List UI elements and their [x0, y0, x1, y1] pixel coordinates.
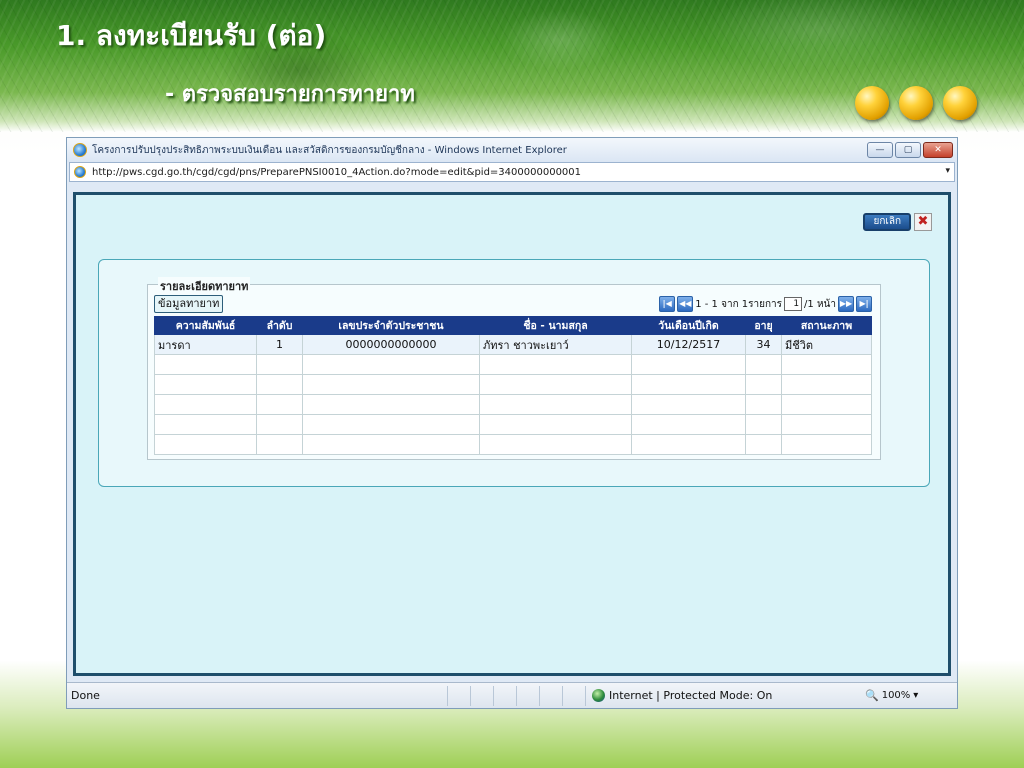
- cell-age: 34: [745, 334, 782, 355]
- col-header-status[interactable]: สถานะภาพ: [781, 316, 872, 335]
- prev-page-icon[interactable]: ◀◀: [677, 296, 694, 312]
- fieldset-legend: รายละเอียดทายาท: [158, 277, 251, 295]
- maximize-button[interactable]: ▢: [895, 142, 921, 158]
- cancel-x-icon[interactable]: ✖: [914, 213, 932, 231]
- status-text: Done: [71, 689, 100, 702]
- zoom-icon: 🔍: [865, 689, 879, 702]
- page-icon: [74, 166, 86, 178]
- detail-panel: รายละเอียดทายาท ข้อมูลทายาท |◀ ◀◀ 1 - 1 …: [98, 259, 930, 487]
- empty-row: [154, 414, 872, 435]
- gold-ball-icon: [899, 86, 933, 120]
- status-divider: [516, 685, 539, 706]
- pager-summary: 1 - 1 จาก 1รายการ: [695, 298, 783, 310]
- cell-relation: มารดา: [154, 334, 257, 355]
- col-header-relation[interactable]: ความสัมพันธ์: [154, 316, 257, 335]
- slide-subtitle: - ตรวจสอบรายการทายาท: [165, 82, 415, 107]
- cell-status: มีชีวิต: [781, 334, 872, 355]
- heir-info-tab[interactable]: ข้อมูลทายาท: [154, 295, 224, 313]
- pager-total: /1 หน้า: [804, 298, 836, 310]
- status-divider: [562, 685, 585, 706]
- first-page-icon[interactable]: |◀: [659, 296, 676, 312]
- empty-row: [154, 374, 872, 395]
- table-row[interactable]: มารดา 1 0000000000000 ภัทรา ชาวพะเยาว์ 1…: [154, 334, 872, 355]
- cell-citizen-id: 0000000000000: [302, 334, 480, 355]
- cell-birthdate: 10/12/2517: [631, 334, 746, 355]
- security-zone[interactable]: Internet | Protected Mode: On: [585, 685, 825, 706]
- status-divider: [539, 685, 562, 706]
- status-bar: Done Internet | Protected Mode: On 🔍 100…: [67, 682, 957, 708]
- cancel-button-label[interactable]: ยกเลิก: [863, 213, 911, 231]
- col-header-age[interactable]: อายุ: [745, 316, 782, 335]
- zoom-dropdown-icon[interactable]: ▾: [913, 690, 918, 701]
- last-page-icon[interactable]: ▶|: [856, 296, 872, 312]
- zone-text: Internet | Protected Mode: On: [609, 689, 773, 702]
- zoom-control[interactable]: 🔍 100% ▾: [865, 689, 918, 702]
- slide-title: 1. ลงทะเบียนรับ (ต่อ): [56, 19, 327, 52]
- cancel-button[interactable]: ยกเลิก ✖: [863, 213, 932, 231]
- minimize-button[interactable]: —: [867, 142, 893, 158]
- browser-window: โครงการปรับปรุงประสิทธิภาพระบบเงินเดือน …: [66, 137, 958, 709]
- table-header-row: ความสัมพันธ์ ลำดับ เลขประจำตัวประชาชน ชื…: [154, 316, 872, 335]
- status-divider: [470, 685, 493, 706]
- pager: |◀ ◀◀ 1 - 1 จาก 1รายการ 1 /1 หน้า ▶▶ ▶|: [659, 295, 872, 313]
- col-header-citizen-id[interactable]: เลขประจำตัวประชาชน: [302, 316, 480, 335]
- ie-icon: [73, 143, 87, 157]
- globe-icon: [592, 689, 605, 702]
- heir-table: ความสัมพันธ์ ลำดับ เลขประจำตัวประชาชน ชื…: [154, 316, 872, 455]
- gold-ball-icon: [855, 86, 889, 120]
- url-text[interactable]: http://pws.cgd.go.th/cgd/cgd/pns/Prepare…: [92, 167, 581, 178]
- zoom-level: 100%: [881, 690, 911, 701]
- next-page-icon[interactable]: ▶▶: [838, 296, 854, 312]
- window-controls: — ▢ ✕: [867, 142, 953, 158]
- cell-order: 1: [256, 334, 303, 355]
- col-header-order[interactable]: ลำดับ: [256, 316, 303, 335]
- window-title: โครงการปรับปรุงประสิทธิภาพระบบเงินเดือน …: [92, 144, 567, 156]
- page-number-input[interactable]: 1: [784, 297, 803, 311]
- cell-name: ภัทรา ชาวพะเยาว์: [479, 334, 632, 355]
- col-header-name[interactable]: ชื่อ - นามสกุล: [479, 316, 632, 335]
- gold-ball-icon: [943, 86, 977, 120]
- status-divider: [493, 685, 516, 706]
- slide-banner: 1. ลงทะเบียนรับ (ต่อ) - ตรวจสอบรายการทาย…: [0, 0, 1024, 132]
- address-bar[interactable]: http://pws.cgd.go.th/cgd/cgd/pns/Prepare…: [69, 162, 955, 182]
- status-divider: [447, 685, 470, 706]
- empty-row: [154, 434, 872, 455]
- address-dropdown-icon[interactable]: ▾: [945, 166, 950, 176]
- window-titlebar[interactable]: โครงการปรับปรุงประสิทธิภาพระบบเงินเดือน …: [67, 138, 957, 162]
- close-button[interactable]: ✕: [923, 142, 953, 158]
- col-header-birthdate[interactable]: วันเดือนปีเกิด: [631, 316, 746, 335]
- empty-row: [154, 354, 872, 375]
- page-content: ยกเลิก ✖ รายละเอียดทายาท ข้อมูลทายาท |◀ …: [73, 192, 951, 676]
- empty-row: [154, 394, 872, 415]
- heir-fieldset: รายละเอียดทายาท ข้อมูลทายาท |◀ ◀◀ 1 - 1 …: [147, 277, 881, 460]
